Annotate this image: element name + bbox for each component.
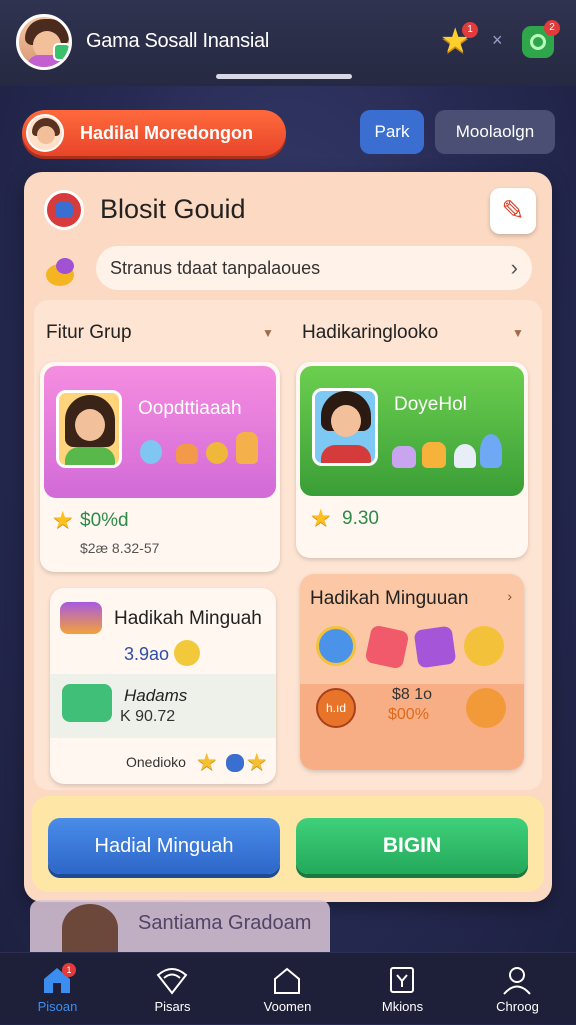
gift-box-icon [422, 442, 446, 468]
star-icon: ★ [196, 749, 218, 776]
favorites-button[interactable]: ★ 1 [440, 22, 478, 58]
notification-badge: 2 [544, 20, 560, 36]
ring-icon [530, 34, 546, 50]
play-icon [464, 626, 504, 666]
column-heading-left: Fitur Grup [46, 322, 132, 343]
promo-pill-button[interactable]: Hadilal Moredongon [22, 110, 286, 156]
star-icon: ★ [310, 505, 332, 532]
caret-down-icon[interactable]: ▼ [262, 326, 274, 340]
bottom-nav: 1 Pisoan Pisars Voomen Mkions Chroog [0, 952, 576, 1024]
avatar [62, 904, 118, 952]
coin-icon [44, 256, 78, 290]
card-name: DoyeHol [394, 394, 467, 415]
star-icon: ★ [246, 749, 268, 776]
chevron-right-icon[interactable]: › [507, 588, 512, 604]
figurine-icon [454, 444, 476, 468]
coin-badge-label: h.ıd [325, 701, 346, 715]
app-title: Gama Sosall Inansial [86, 30, 269, 52]
house-outline-icon [274, 967, 300, 994]
coin-badge-icon: h.ıd [316, 688, 356, 728]
coin-icon [174, 640, 200, 666]
background-card-label: Santiama Gradoam [138, 912, 312, 934]
chevron-right-icon: › [510, 255, 518, 280]
column-heading-right: Hadikaringlooko [302, 322, 439, 343]
caret-down-icon[interactable]: ▼ [512, 326, 524, 340]
portrait-body [65, 447, 115, 465]
gift-card-pink[interactable]: Oopdttiaaah ★ $0%d $2æ 8.32-57 [40, 362, 280, 572]
nav-item-missions[interactable]: Mkions [345, 953, 460, 1025]
background-card: Santiama Gradoam [30, 900, 330, 952]
nav-label: Mkions [381, 999, 424, 1014]
character-portrait [56, 390, 122, 468]
nav-label: Voomen [263, 999, 312, 1014]
nav-item-home[interactable]: 1 Pisoan [0, 953, 115, 1025]
cup-item-icon [176, 444, 198, 464]
ghost-item-icon [140, 440, 162, 464]
nav-label: Chroog [496, 999, 539, 1014]
promo-avatar [26, 114, 64, 152]
nav-label: Pisoan [37, 999, 78, 1014]
card-price: 9.30 [342, 508, 379, 529]
gem-shape [56, 258, 74, 274]
ring-item-icon [206, 442, 228, 464]
card-title: Hadikah Minguuan [310, 588, 469, 609]
status-text: Stranus tdaat tanpalaoues [110, 258, 321, 278]
wifi-icon [156, 968, 188, 995]
card-name: Oopdttiaaah [138, 398, 242, 419]
gift-box-icon [60, 602, 102, 634]
weekly-gift-card-2[interactable]: Hadikah Minguuan › h.ıd $8 1o $00% [300, 574, 524, 770]
card-price: $0%d [80, 510, 129, 531]
portrait-face [331, 405, 361, 437]
gift-card-green[interactable]: DoyeHol ★ 9.30 [296, 362, 528, 558]
sub-value: K 90.72 [120, 708, 176, 725]
modal-button[interactable]: Moolaolgn [435, 110, 555, 154]
weekly-gift-card[interactable]: Hadikah Minguah 3.9ao Hadams K 90.72 One… [50, 588, 276, 784]
shield-icon [226, 754, 244, 772]
gift-box-icon [392, 446, 416, 468]
level-badge-icon [53, 43, 69, 61]
group-panel: Blosit Gouid ✎ Stranus tdaat tanpalaoues… [24, 172, 552, 902]
begin-button[interactable]: BIGIN [296, 818, 528, 874]
panel-title: Blosit Gouid [100, 194, 246, 224]
portrait-body [321, 445, 371, 463]
notification-badge: 1 [462, 22, 478, 38]
badge-icon [316, 626, 356, 666]
gift-icon [364, 624, 410, 670]
status-row[interactable]: Stranus tdaat tanpalaoues › [96, 246, 532, 290]
ticket-icon [413, 625, 457, 669]
nav-item-profile[interactable]: Chroog [460, 953, 575, 1025]
card-title: Hadikah Minguah [114, 608, 262, 629]
group-icon [44, 190, 84, 230]
group-icon-inner [55, 202, 73, 218]
notification-badge: 1 [62, 963, 76, 977]
card-footer: Onedioko [126, 754, 186, 770]
promo-label: Hadilal Moredongon [80, 123, 253, 143]
sync-button[interactable]: 2 [522, 20, 560, 58]
value-1: $8 1o [392, 686, 433, 703]
chest-icon [466, 688, 506, 728]
top-bar: Gama Sosall Inansial ★ 1 × 2 [0, 0, 576, 86]
portrait-face [75, 409, 105, 441]
weekly-gift-button[interactable]: Hadial Minguah [48, 818, 280, 874]
bottle-item-icon [236, 432, 258, 464]
cash-stack-icon [62, 684, 112, 722]
mission-icon [390, 967, 414, 993]
robot-item-icon [480, 434, 502, 468]
character-portrait [312, 388, 378, 466]
nav-item-voomen[interactable]: Voomen [230, 953, 345, 1025]
edit-pencil-icon[interactable]: ✎ [490, 188, 536, 234]
avatar-face [37, 126, 55, 144]
nav-item-pisars[interactable]: Pisars [115, 953, 230, 1025]
profile-icon [503, 967, 531, 995]
sub-title: Hadams [124, 686, 188, 705]
park-button[interactable]: Park [360, 110, 424, 154]
star-icon: ★ [52, 507, 74, 534]
drag-handle[interactable] [216, 74, 352, 79]
card-price: 3.9ao [124, 644, 170, 664]
nav-label: Pisars [154, 999, 191, 1014]
player-avatar[interactable] [16, 14, 72, 70]
value-2: $00% [388, 706, 429, 723]
card-price-sub: $2æ 8.32-57 [80, 540, 160, 556]
close-icon[interactable]: × [492, 30, 503, 51]
